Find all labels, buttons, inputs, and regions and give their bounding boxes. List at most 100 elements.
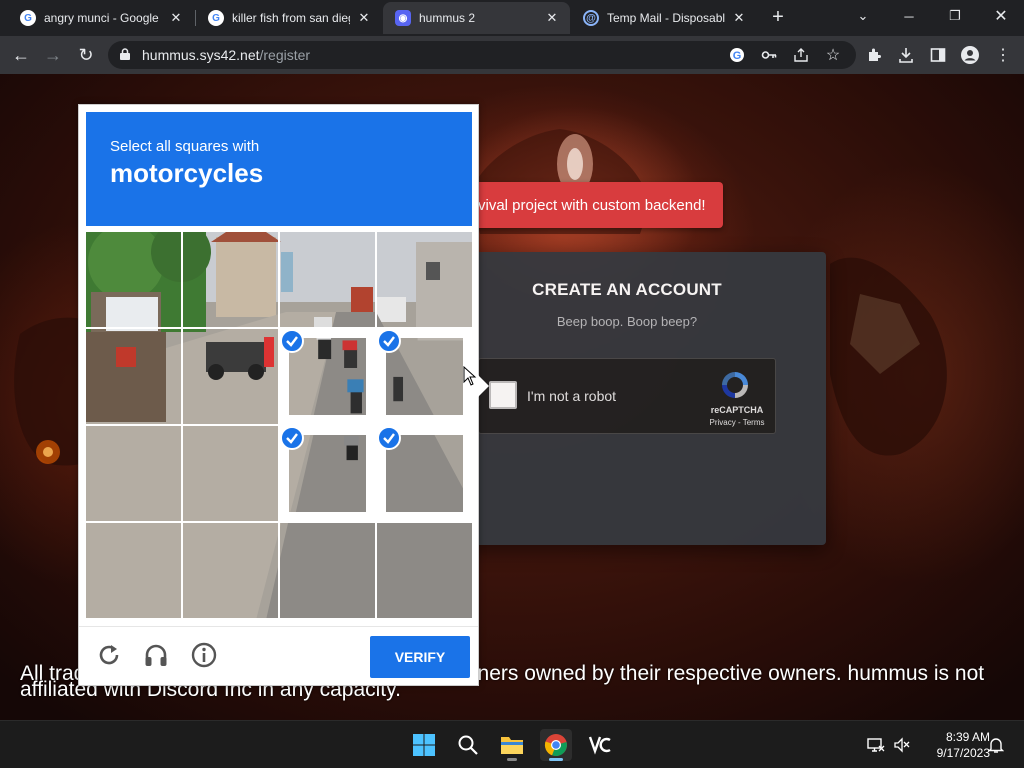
captcha-tile[interactable] bbox=[377, 232, 472, 327]
tab-temp-mail[interactable]: @ Temp Mail - Disposable ✕ bbox=[571, 2, 757, 34]
url-path: /register bbox=[259, 47, 311, 63]
tab-strip: G angry munci - Google S ✕ G killer fish… bbox=[0, 0, 1024, 36]
svg-text:G: G bbox=[733, 50, 742, 62]
new-tab-button[interactable]: + bbox=[766, 6, 790, 30]
key-icon[interactable] bbox=[760, 46, 778, 64]
street-photo-fragment bbox=[386, 435, 463, 512]
restore-button[interactable]: ❐ bbox=[932, 0, 978, 32]
street-photo-fragment bbox=[289, 338, 366, 415]
captcha-tile[interactable] bbox=[377, 426, 472, 521]
captcha-tile[interactable] bbox=[183, 329, 278, 424]
captcha-tile[interactable] bbox=[86, 329, 181, 424]
tab-title: Temp Mail - Disposable bbox=[607, 11, 725, 25]
captcha-tile[interactable] bbox=[183, 232, 278, 327]
checkmark-icon bbox=[377, 426, 401, 450]
google-icon: G bbox=[20, 10, 36, 26]
recaptcha-challenge: Select all squares with motorcycles VERI… bbox=[78, 104, 489, 686]
close-icon[interactable]: ✕ bbox=[356, 10, 372, 26]
notification-bell-icon[interactable] bbox=[986, 735, 1006, 755]
captcha-tile[interactable] bbox=[86, 232, 181, 327]
minimize-button[interactable]: ─ bbox=[886, 0, 932, 32]
card-title: CREATE AN ACCOUNT bbox=[532, 280, 722, 299]
start-button[interactable] bbox=[408, 729, 440, 761]
google-lens-icon[interactable]: G bbox=[728, 46, 746, 64]
address-bar[interactable]: hummus.sys42.net/register G ☆ bbox=[108, 41, 856, 69]
info-icon[interactable] bbox=[190, 641, 218, 669]
captcha-tile[interactable] bbox=[280, 426, 375, 521]
mouse-cursor-icon bbox=[463, 366, 477, 386]
windows-taskbar: 8:39 AM 9/17/2023 bbox=[0, 720, 1024, 768]
audio-challenge-icon[interactable] bbox=[142, 641, 170, 669]
vc-app-icon bbox=[588, 736, 611, 755]
verify-button[interactable]: VERIFY bbox=[370, 636, 470, 678]
privacy-link[interactable]: Privacy bbox=[710, 418, 736, 427]
recaptcha-logo-icon bbox=[722, 372, 748, 398]
tab-search-chevron-icon[interactable]: ⌄ bbox=[840, 0, 886, 32]
street-photo-fragment bbox=[86, 523, 181, 618]
street-photo-fragment bbox=[86, 232, 181, 327]
street-photo-fragment bbox=[183, 523, 278, 618]
challenge-header: Select all squares with motorcycles bbox=[86, 112, 472, 226]
folder-icon bbox=[501, 737, 523, 754]
close-window-button[interactable]: ✕ bbox=[978, 0, 1024, 32]
system-clock[interactable]: 8:39 AM 9/17/2023 bbox=[918, 729, 990, 761]
network-icon[interactable] bbox=[866, 735, 886, 755]
recaptcha-links: Privacy - Terms bbox=[705, 418, 769, 427]
challenge-instruction: Select all squares with bbox=[110, 138, 260, 155]
menu-kebab-icon[interactable]: ⋮ bbox=[993, 45, 1013, 65]
captcha-tile[interactable] bbox=[377, 329, 472, 424]
bookmark-star-icon[interactable]: ☆ bbox=[824, 46, 842, 64]
street-photo-fragment bbox=[377, 232, 472, 327]
captcha-tile[interactable] bbox=[377, 523, 472, 618]
windows-logo-icon bbox=[413, 734, 435, 756]
reload-button[interactable]: ↻ bbox=[73, 42, 99, 68]
taskbar-chrome[interactable] bbox=[540, 729, 572, 761]
side-panel-icon[interactable] bbox=[928, 45, 948, 65]
close-icon[interactable]: ✕ bbox=[731, 10, 747, 26]
captcha-tile[interactable] bbox=[280, 329, 375, 424]
forward-button[interactable]: → bbox=[40, 42, 66, 68]
volume-muted-icon[interactable] bbox=[892, 735, 912, 755]
captcha-tile[interactable] bbox=[280, 232, 375, 327]
terms-link[interactable]: Terms bbox=[743, 418, 765, 427]
error-toast: vival project with custom backend! bbox=[470, 182, 723, 228]
tab-title: killer fish from san dieg bbox=[232, 11, 350, 25]
close-icon[interactable]: ✕ bbox=[544, 10, 560, 26]
captcha-tile[interactable] bbox=[183, 523, 278, 618]
street-photo-fragment bbox=[86, 426, 181, 521]
captcha-tile[interactable] bbox=[280, 523, 375, 618]
not-a-robot-checkbox[interactable] bbox=[489, 381, 517, 409]
profile-avatar-icon[interactable] bbox=[960, 45, 980, 65]
challenge-footer: VERIFY bbox=[79, 626, 478, 686]
challenge-target: motorcycles bbox=[110, 158, 264, 188]
url-text: hummus.sys42.net/register bbox=[142, 47, 310, 63]
download-icon[interactable] bbox=[896, 45, 916, 65]
tab-angry-munci[interactable]: G angry munci - Google S ✕ bbox=[8, 2, 194, 34]
active-indicator bbox=[549, 758, 563, 761]
share-icon[interactable] bbox=[792, 46, 810, 64]
recaptcha-widget: I'm not a robot reCAPTCHA Privacy - Term… bbox=[478, 358, 776, 434]
clock-time: 8:39 AM bbox=[945, 730, 990, 744]
challenge-pointer bbox=[478, 375, 489, 397]
tab-hummus[interactable]: ◉ hummus 2 ✕ bbox=[383, 2, 570, 34]
chrome-icon bbox=[544, 734, 567, 757]
close-icon[interactable]: ✕ bbox=[168, 10, 184, 26]
captcha-tile[interactable] bbox=[86, 426, 181, 521]
extensions-icon[interactable] bbox=[864, 45, 884, 65]
captcha-tile[interactable] bbox=[183, 426, 278, 521]
street-photo-fragment bbox=[183, 426, 278, 521]
search-button[interactable] bbox=[452, 729, 484, 761]
captcha-tile[interactable] bbox=[86, 523, 181, 618]
tab-killer-fish[interactable]: G killer fish from san dieg ✕ bbox=[196, 2, 382, 34]
taskbar-vc-app[interactable] bbox=[584, 729, 616, 761]
taskbar-file-explorer[interactable] bbox=[496, 729, 528, 761]
back-button[interactable]: ← bbox=[8, 42, 34, 68]
street-photo-fragment bbox=[183, 232, 278, 327]
street-photo-fragment bbox=[183, 329, 278, 424]
search-icon bbox=[458, 735, 478, 755]
tab-title: angry munci - Google S bbox=[44, 11, 162, 25]
reload-challenge-icon[interactable] bbox=[95, 641, 123, 669]
url-host: hummus.sys42.net bbox=[142, 47, 260, 63]
street-photo-fragment bbox=[86, 329, 181, 424]
recaptcha-label: I'm not a robot bbox=[527, 388, 617, 404]
